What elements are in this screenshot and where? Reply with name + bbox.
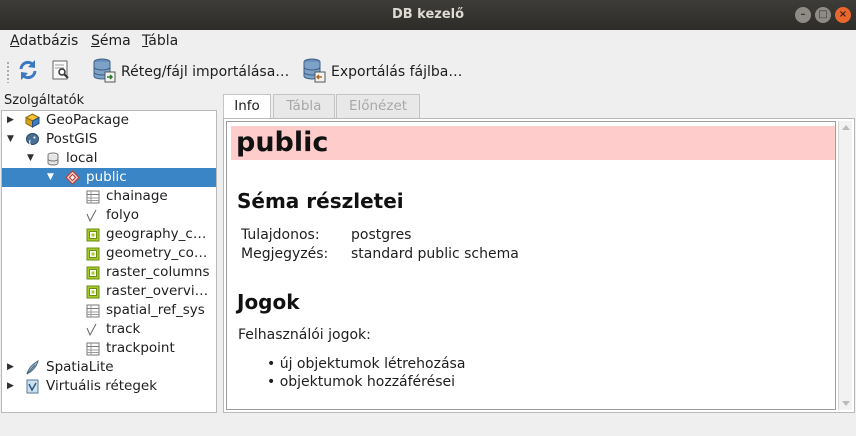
tree-node[interactable]: ▼ local <box>2 149 216 168</box>
tree-node-label: Virtuális rétegek <box>46 378 158 394</box>
tree-node[interactable]: ▼ PostGIS <box>2 130 216 149</box>
providers-header: Szolgáltatók <box>4 93 85 108</box>
owner-key: Tulajdonos: <box>241 227 320 243</box>
tree-node[interactable]: geometry_co… <box>2 244 216 263</box>
minimize-icon[interactable]: – <box>795 7 811 23</box>
tree-node[interactable]: geography_c… <box>2 225 216 244</box>
tree-node-label: local <box>66 150 98 166</box>
refresh-button[interactable] <box>16 58 40 86</box>
schema-icon <box>65 170 80 185</box>
schema-details-heading: Séma részletei <box>237 189 404 213</box>
import-layer-button[interactable]: Réteg/fájl importálása… <box>92 58 289 86</box>
expand-arrow-icon[interactable]: ▼ <box>27 153 34 163</box>
database-export-icon <box>302 57 326 87</box>
tree-node-label: trackpoint <box>106 340 175 356</box>
list-item: • objektumok hozzáférései <box>267 374 456 390</box>
view-icon <box>85 246 100 261</box>
expand-arrow-icon[interactable]: ▼ <box>7 134 14 144</box>
rights-heading: Jogok <box>237 290 300 314</box>
tree-node[interactable]: ▶ SpatiaLite <box>2 358 216 377</box>
refresh-icon <box>16 58 40 86</box>
tab-info[interactable]: Info <box>223 94 271 119</box>
sql-window-button[interactable] <box>50 58 72 86</box>
tree-node[interactable]: ▶ Virtuális rétegek <box>2 377 216 396</box>
user-rights-label: Felhasználói jogok: <box>238 327 371 343</box>
geopackage-icon <box>25 113 40 128</box>
vertical-scrollbar[interactable] <box>838 121 852 410</box>
export-file-button[interactable]: Exportálás fájlba… <box>302 58 462 86</box>
virtual-layers-icon <box>25 379 40 394</box>
list-item: • új objektumok létrehozása <box>267 356 466 372</box>
tree-node[interactable]: track <box>2 320 216 339</box>
export-file-label: Exportálás fájlba… <box>331 64 463 80</box>
sql-query-icon <box>50 59 72 85</box>
tree-node-selected[interactable]: ▼ public <box>2 168 216 187</box>
menu-sema[interactable]: Séma <box>91 33 131 49</box>
info-content: public Séma részletei Tulajdonos: postgr… <box>226 121 836 410</box>
tree-node-label: spatial_ref_sys <box>106 302 205 318</box>
tree-node-label: raster_columns <box>106 264 210 280</box>
line-layer-icon <box>85 208 100 223</box>
owner-value: postgres <box>351 227 412 243</box>
toolbar: Réteg/fájl importálása… Exportálás fájlb… <box>0 52 856 92</box>
provider-tree: ▶ GeoPackage ▼ PostGIS ▼ local ▼ public chainage… <box>1 110 217 413</box>
line-layer-icon <box>85 322 100 337</box>
close-icon[interactable]: × <box>835 7 851 23</box>
info-panel: public Séma részletei Tulajdonos: postgr… <box>223 118 855 413</box>
collapse-arrow-icon[interactable]: ▶ <box>7 381 14 391</box>
menu-tabla[interactable]: Tábla <box>142 33 178 49</box>
view-icon <box>85 265 100 280</box>
tree-node-label: track <box>106 321 141 337</box>
tab-tabla: Tábla <box>273 94 335 118</box>
tree-node-label: geography_c… <box>106 226 207 242</box>
tree-node-label: SpatiaLite <box>46 359 114 375</box>
database-icon <box>45 151 60 166</box>
menubar: Adatbázis Séma Tábla <box>0 30 856 52</box>
tree-node[interactable]: raster_columns <box>2 263 216 282</box>
tree-node-label: GeoPackage <box>46 112 129 128</box>
postgis-elephant-icon <box>25 132 40 147</box>
tree-node[interactable]: trackpoint <box>2 339 216 358</box>
database-import-icon <box>92 57 116 87</box>
table-icon <box>85 303 100 318</box>
collapse-arrow-icon[interactable]: ▶ <box>7 115 14 125</box>
spatialite-feather-icon <box>25 360 40 375</box>
tree-node[interactable]: ▶ GeoPackage <box>2 111 216 130</box>
view-icon <box>85 227 100 242</box>
window-title: DB kezelő <box>391 7 465 22</box>
tree-node[interactable]: raster_overvi… <box>2 282 216 301</box>
comment-key: Megjegyzés: <box>241 246 329 262</box>
table-icon <box>85 189 100 204</box>
comment-value: standard public schema <box>351 246 519 262</box>
tree-node[interactable]: folyo <box>2 206 216 225</box>
tab-elonezet: Előnézet <box>336 94 420 118</box>
tree-node-label: chainage <box>106 188 168 204</box>
tree-node-label: public <box>86 169 127 185</box>
table-icon <box>85 341 100 356</box>
menu-adatbazis[interactable]: Adatbázis <box>10 33 78 49</box>
maximize-icon[interactable]: □ <box>815 7 831 23</box>
import-layer-label: Réteg/fájl importálása… <box>121 64 290 80</box>
toolbar-grip[interactable] <box>6 61 10 83</box>
tree-node-label: raster_overvi… <box>106 283 209 299</box>
window-titlebar: DB kezelő – □ × <box>0 0 856 30</box>
schema-title: public <box>231 126 835 160</box>
expand-arrow-icon[interactable]: ▼ <box>47 172 54 182</box>
tree-node[interactable]: spatial_ref_sys <box>2 301 216 320</box>
tree-node-label: PostGIS <box>46 131 98 147</box>
tree-node-label: geometry_co… <box>106 245 208 261</box>
view-icon <box>85 284 100 299</box>
status-bar <box>0 416 856 436</box>
collapse-arrow-icon[interactable]: ▶ <box>7 362 14 372</box>
tree-node-label: folyo <box>106 207 140 223</box>
tree-node[interactable]: chainage <box>2 187 216 206</box>
